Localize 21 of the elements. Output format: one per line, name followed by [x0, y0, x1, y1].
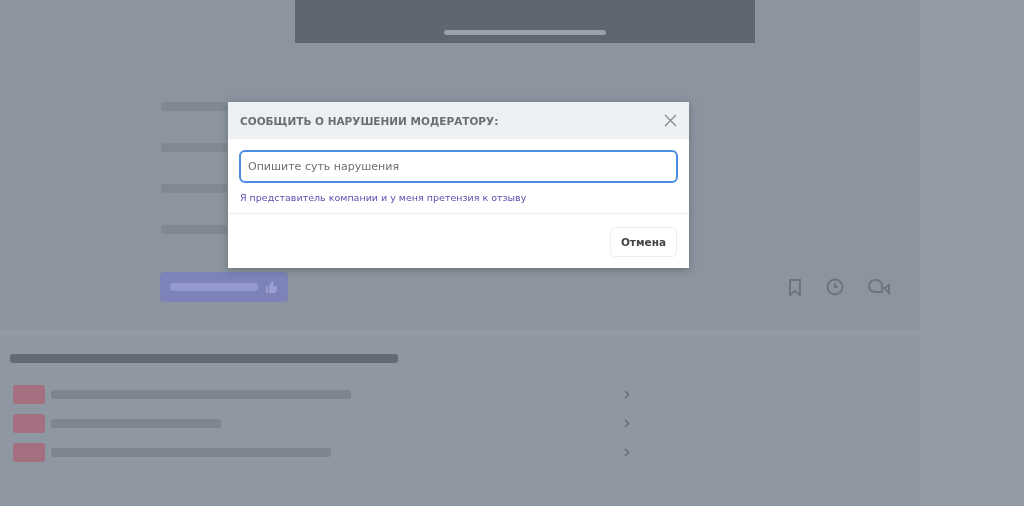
comment-icon[interactable]	[868, 279, 890, 295]
rating-badge	[13, 385, 45, 404]
bookmark-icon[interactable]	[788, 278, 802, 296]
dialog-title: СООБЩИТЬ О НАРУШЕНИИ МОДЕРАТОРУ:	[240, 114, 499, 127]
chevron-right-icon	[624, 390, 630, 399]
video-frame[interactable]	[295, 0, 755, 43]
blurred-text	[161, 143, 227, 152]
blurred-text	[161, 102, 227, 111]
helpful-button[interactable]	[160, 272, 288, 302]
input-field[interactable]: Опишите суть нарушения	[239, 150, 678, 183]
blurred-text	[161, 225, 227, 234]
clock-icon[interactable]	[826, 278, 844, 296]
chevron-right-icon	[624, 448, 630, 457]
rating-badge	[13, 443, 45, 462]
rating-badge	[13, 414, 45, 433]
thumbs-up-icon	[264, 280, 278, 294]
close-icon[interactable]	[664, 114, 677, 127]
blurred-text	[161, 184, 227, 193]
company-claim-link[interactable]: Я представитель компании и у меня претензия к отзыву	[240, 192, 678, 203]
cancel-button[interactable]: Отмена	[609, 227, 677, 257]
chevron-right-icon	[624, 419, 630, 428]
